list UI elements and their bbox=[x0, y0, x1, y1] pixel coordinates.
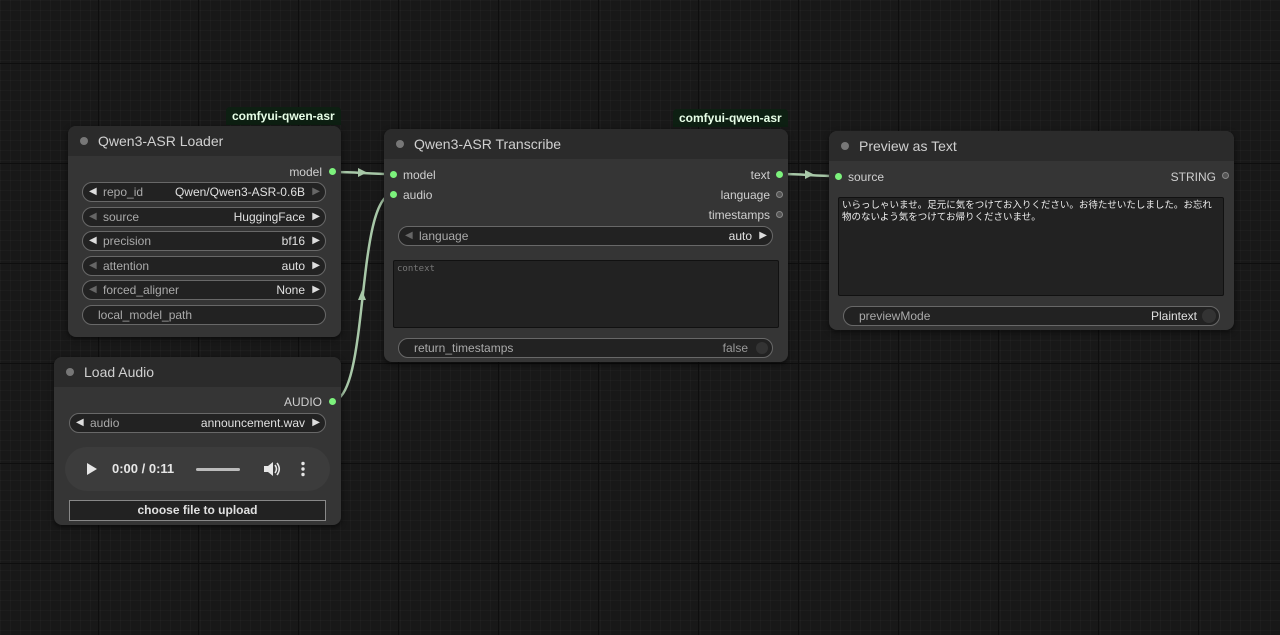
widget-value: Qwen/Qwen3-ASR-0.6B bbox=[174, 185, 305, 199]
preview-as-text-node[interactable]: Preview as Text source STRING いらっしゃいませ。足… bbox=[829, 131, 1234, 330]
arrow-right-icon[interactable]: ▶ bbox=[312, 257, 320, 275]
node-title-bar[interactable]: Qwen3-ASR Transcribe bbox=[384, 129, 788, 159]
widget-value: auto bbox=[281, 259, 305, 273]
return-timestamps-toggle[interactable]: return_timestamps false bbox=[398, 338, 773, 358]
output-text-pin[interactable] bbox=[776, 171, 783, 178]
collapse-dot-icon[interactable] bbox=[80, 137, 88, 145]
local-model-path-field[interactable]: local_model_path bbox=[82, 305, 326, 325]
widget-label: return_timestamps bbox=[414, 341, 514, 355]
widget-value: false bbox=[722, 341, 748, 355]
output-timestamps-label: timestamps bbox=[708, 208, 770, 222]
widget-label: forced_aligner bbox=[103, 283, 180, 297]
preview-mode-toggle[interactable]: previewMode Plaintext bbox=[843, 306, 1220, 326]
node-title-bar[interactable]: Qwen3-ASR Loader bbox=[68, 126, 341, 156]
widget-value: announcement.wav bbox=[200, 416, 305, 430]
arrow-left-icon[interactable]: ◀ bbox=[405, 227, 413, 245]
qwen3-asr-loader-node[interactable]: Qwen3-ASR Loader model ◀ repo_id Qwen/Qw… bbox=[68, 126, 341, 337]
output-language-label: language bbox=[720, 188, 770, 202]
node-title: Load Audio bbox=[84, 364, 155, 380]
node-title: Qwen3-ASR Loader bbox=[98, 133, 224, 149]
output-model-pin[interactable] bbox=[329, 168, 336, 175]
toggle-knob[interactable] bbox=[1202, 309, 1216, 323]
arrow-left-icon[interactable]: ◀ bbox=[89, 232, 97, 250]
input-model-pin[interactable] bbox=[390, 171, 397, 178]
output-audio-pin[interactable] bbox=[329, 398, 336, 405]
repo-id-combo[interactable]: ◀ repo_id Qwen/Qwen3-ASR-0.6B ▶ bbox=[82, 182, 326, 202]
preview-textarea[interactable]: いらっしゃいませ。足元に気をつけてお入りください。お待たせいたしました。お忘れ物… bbox=[838, 197, 1224, 296]
arrow-left-icon[interactable]: ◀ bbox=[89, 281, 97, 299]
arrow-left-icon[interactable]: ◀ bbox=[89, 208, 97, 226]
node-title: Preview as Text bbox=[859, 138, 957, 154]
node-title-bar[interactable]: Preview as Text bbox=[829, 131, 1234, 161]
output-audio-label: AUDIO bbox=[283, 395, 322, 409]
audio-progress-bar[interactable] bbox=[196, 468, 240, 471]
output-string-pin[interactable] bbox=[1222, 172, 1229, 179]
arrow-left-icon[interactable]: ◀ bbox=[89, 257, 97, 275]
collapse-dot-icon[interactable] bbox=[396, 140, 404, 148]
widget-value: None bbox=[276, 283, 305, 297]
widget-label: attention bbox=[103, 259, 150, 273]
arrow-right-icon[interactable]: ▶ bbox=[312, 232, 320, 250]
arrow-left-icon[interactable]: ◀ bbox=[89, 183, 97, 201]
node-title-bar[interactable]: Load Audio bbox=[54, 357, 341, 387]
output-language-pin[interactable] bbox=[776, 191, 783, 198]
attention-combo[interactable]: ◀ attention auto ▶ bbox=[82, 256, 326, 276]
volume-icon[interactable] bbox=[263, 461, 281, 477]
collapse-dot-icon[interactable] bbox=[66, 368, 74, 376]
arrow-right-icon[interactable]: ▶ bbox=[312, 208, 320, 226]
arrow-left-icon[interactable]: ◀ bbox=[76, 414, 84, 432]
toggle-knob[interactable] bbox=[756, 342, 768, 354]
input-audio-label: audio bbox=[403, 188, 433, 202]
widget-label: language bbox=[419, 229, 469, 243]
link-arrow-audio bbox=[358, 290, 366, 300]
transcribe-badge: comfyui-qwen-asr bbox=[673, 109, 788, 127]
language-combo[interactable]: ◀ language auto ▶ bbox=[398, 226, 773, 246]
load-audio-node[interactable]: Load Audio AUDIO ◀ audio announcement.wa… bbox=[54, 357, 341, 525]
audio-player[interactable]: 0:00 / 0:11 bbox=[65, 447, 330, 491]
widget-label: audio bbox=[90, 416, 120, 430]
node-title: Qwen3-ASR Transcribe bbox=[414, 136, 562, 152]
widget-label: source bbox=[103, 210, 140, 224]
source-combo[interactable]: ◀ source HuggingFace ▶ bbox=[82, 207, 326, 227]
play-icon[interactable] bbox=[85, 462, 99, 476]
collapse-dot-icon[interactable] bbox=[841, 142, 849, 150]
link-arrow-text bbox=[805, 170, 814, 179]
qwen3-asr-transcribe-node[interactable]: Qwen3-ASR Transcribe model audio text la… bbox=[384, 129, 788, 362]
widget-label: precision bbox=[103, 234, 152, 248]
loader-badge: comfyui-qwen-asr bbox=[226, 107, 341, 125]
audio-time: 0:00 / 0:11 bbox=[112, 461, 175, 476]
input-model-label: model bbox=[403, 168, 436, 182]
input-audio-pin[interactable] bbox=[390, 191, 397, 198]
output-string-label: STRING bbox=[1170, 170, 1216, 184]
widget-value: HuggingFace bbox=[233, 210, 305, 224]
link-arrow-model bbox=[358, 168, 367, 177]
widget-value: auto bbox=[728, 229, 752, 243]
choose-file-upload-button[interactable]: choose file to upload bbox=[69, 500, 326, 521]
input-source-label: source bbox=[848, 170, 885, 184]
widget-label: repo_id bbox=[103, 185, 144, 199]
arrow-right-icon[interactable]: ▶ bbox=[759, 227, 767, 245]
widget-value: Plaintext bbox=[1150, 309, 1197, 323]
output-text-label: text bbox=[750, 168, 770, 182]
output-model-label: model bbox=[289, 165, 322, 179]
widget-value: bf16 bbox=[281, 234, 305, 248]
arrow-right-icon[interactable]: ▶ bbox=[312, 414, 320, 432]
arrow-right-icon[interactable]: ▶ bbox=[312, 183, 320, 201]
precision-combo[interactable]: ◀ precision bf16 ▶ bbox=[82, 231, 326, 251]
context-placeholder: context bbox=[397, 264, 435, 274]
arrow-right-icon[interactable]: ▶ bbox=[312, 281, 320, 299]
widget-label: previewMode bbox=[859, 309, 931, 323]
more-vertical-icon[interactable] bbox=[300, 461, 306, 477]
input-source-pin[interactable] bbox=[835, 173, 842, 180]
context-textarea[interactable]: context bbox=[393, 260, 779, 328]
widget-label: local_model_path bbox=[98, 308, 193, 322]
audio-file-combo[interactable]: ◀ audio announcement.wav ▶ bbox=[69, 413, 326, 433]
forced-aligner-combo[interactable]: ◀ forced_aligner None ▶ bbox=[82, 280, 326, 300]
output-timestamps-pin[interactable] bbox=[776, 211, 783, 218]
